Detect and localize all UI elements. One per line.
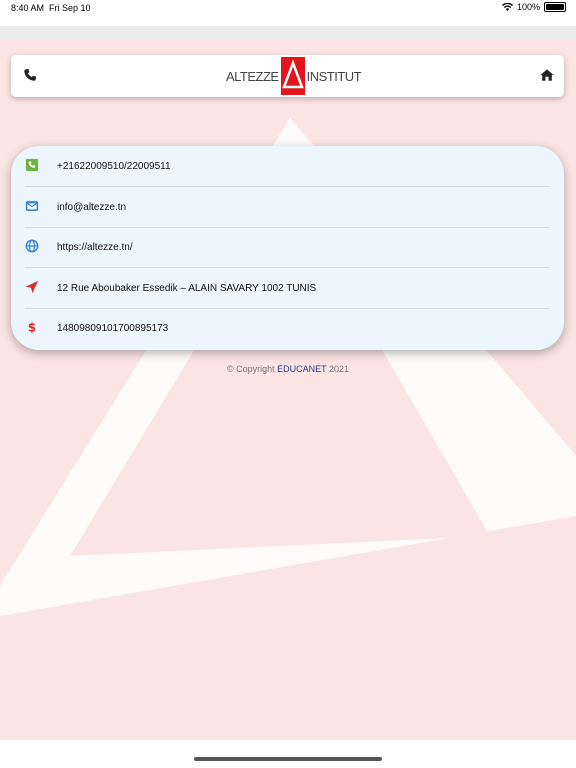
contact-row-address[interactable]: 12 Rue Aboubaker Essedik – ALAIN SAVARY … [25, 268, 549, 309]
copyright-prefix: © Copyright [226, 364, 275, 374]
address-text: 12 Rue Aboubaker Essedik – ALAIN SAVARY … [57, 283, 317, 294]
contact-row-phone[interactable]: +21622009510/22009511 [25, 146, 549, 187]
envelope-icon [25, 201, 39, 211]
phone-icon[interactable] [23, 68, 37, 82]
svg-text:$: $ [28, 320, 37, 334]
status-bar: 8:40 AM Fri Sep 10 100% [0, 0, 576, 24]
status-time: 8:40 AM Fri Sep 10 [11, 3, 91, 13]
background-logo-watermark [0, 118, 576, 616]
dollar-icon: $ [28, 320, 37, 334]
tax-id-text: 14809809101700895173 [57, 323, 169, 334]
home-indicator[interactable] [194, 757, 382, 761]
copyright-footer: © Copyright EDUCANET 2021 [0, 364, 576, 374]
globe-icon [25, 239, 39, 253]
logo-text-left: ALTEZZE [226, 68, 279, 84]
time-text: 8:40 AM [11, 3, 45, 13]
status-right: 100% [501, 2, 566, 12]
app-header: ALTEZZE INSTITUT [11, 55, 564, 97]
contact-row-tax-id: $ 14809809101700895173 [25, 308, 549, 348]
battery-text: 100% [516, 2, 540, 12]
copyright-year: 2021 [329, 364, 350, 374]
logo-triangle-icon [281, 59, 304, 89]
phone-square-icon [25, 158, 39, 172]
location-arrow-icon [25, 280, 39, 294]
contact-row-website[interactable]: https://altezze.tn/ [25, 227, 549, 268]
wifi-icon [501, 3, 513, 11]
logo-mark [280, 57, 305, 95]
logo-text-right: INSTITUT [306, 68, 362, 84]
phone-text: +21622009510/22009511 [57, 161, 171, 172]
battery-icon [544, 2, 566, 12]
date-text: Fri Sep 10 [49, 3, 91, 13]
copyright-brand-link[interactable]: EDUCANET [277, 364, 326, 374]
contact-row-email[interactable]: info@altezze.tn [25, 187, 549, 228]
home-icon[interactable] [540, 68, 554, 82]
email-text: info@altezze.tn [57, 202, 127, 213]
contact-card: +21622009510/22009511 info@altezze.tn ht… [11, 146, 564, 350]
website-text: https://altezze.tn/ [57, 242, 133, 253]
altezze-logo: ALTEZZE INSTITUT [226, 55, 362, 97]
app-screen: ALTEZZE INSTITUT +21622009510/22009511 i… [0, 26, 576, 740]
